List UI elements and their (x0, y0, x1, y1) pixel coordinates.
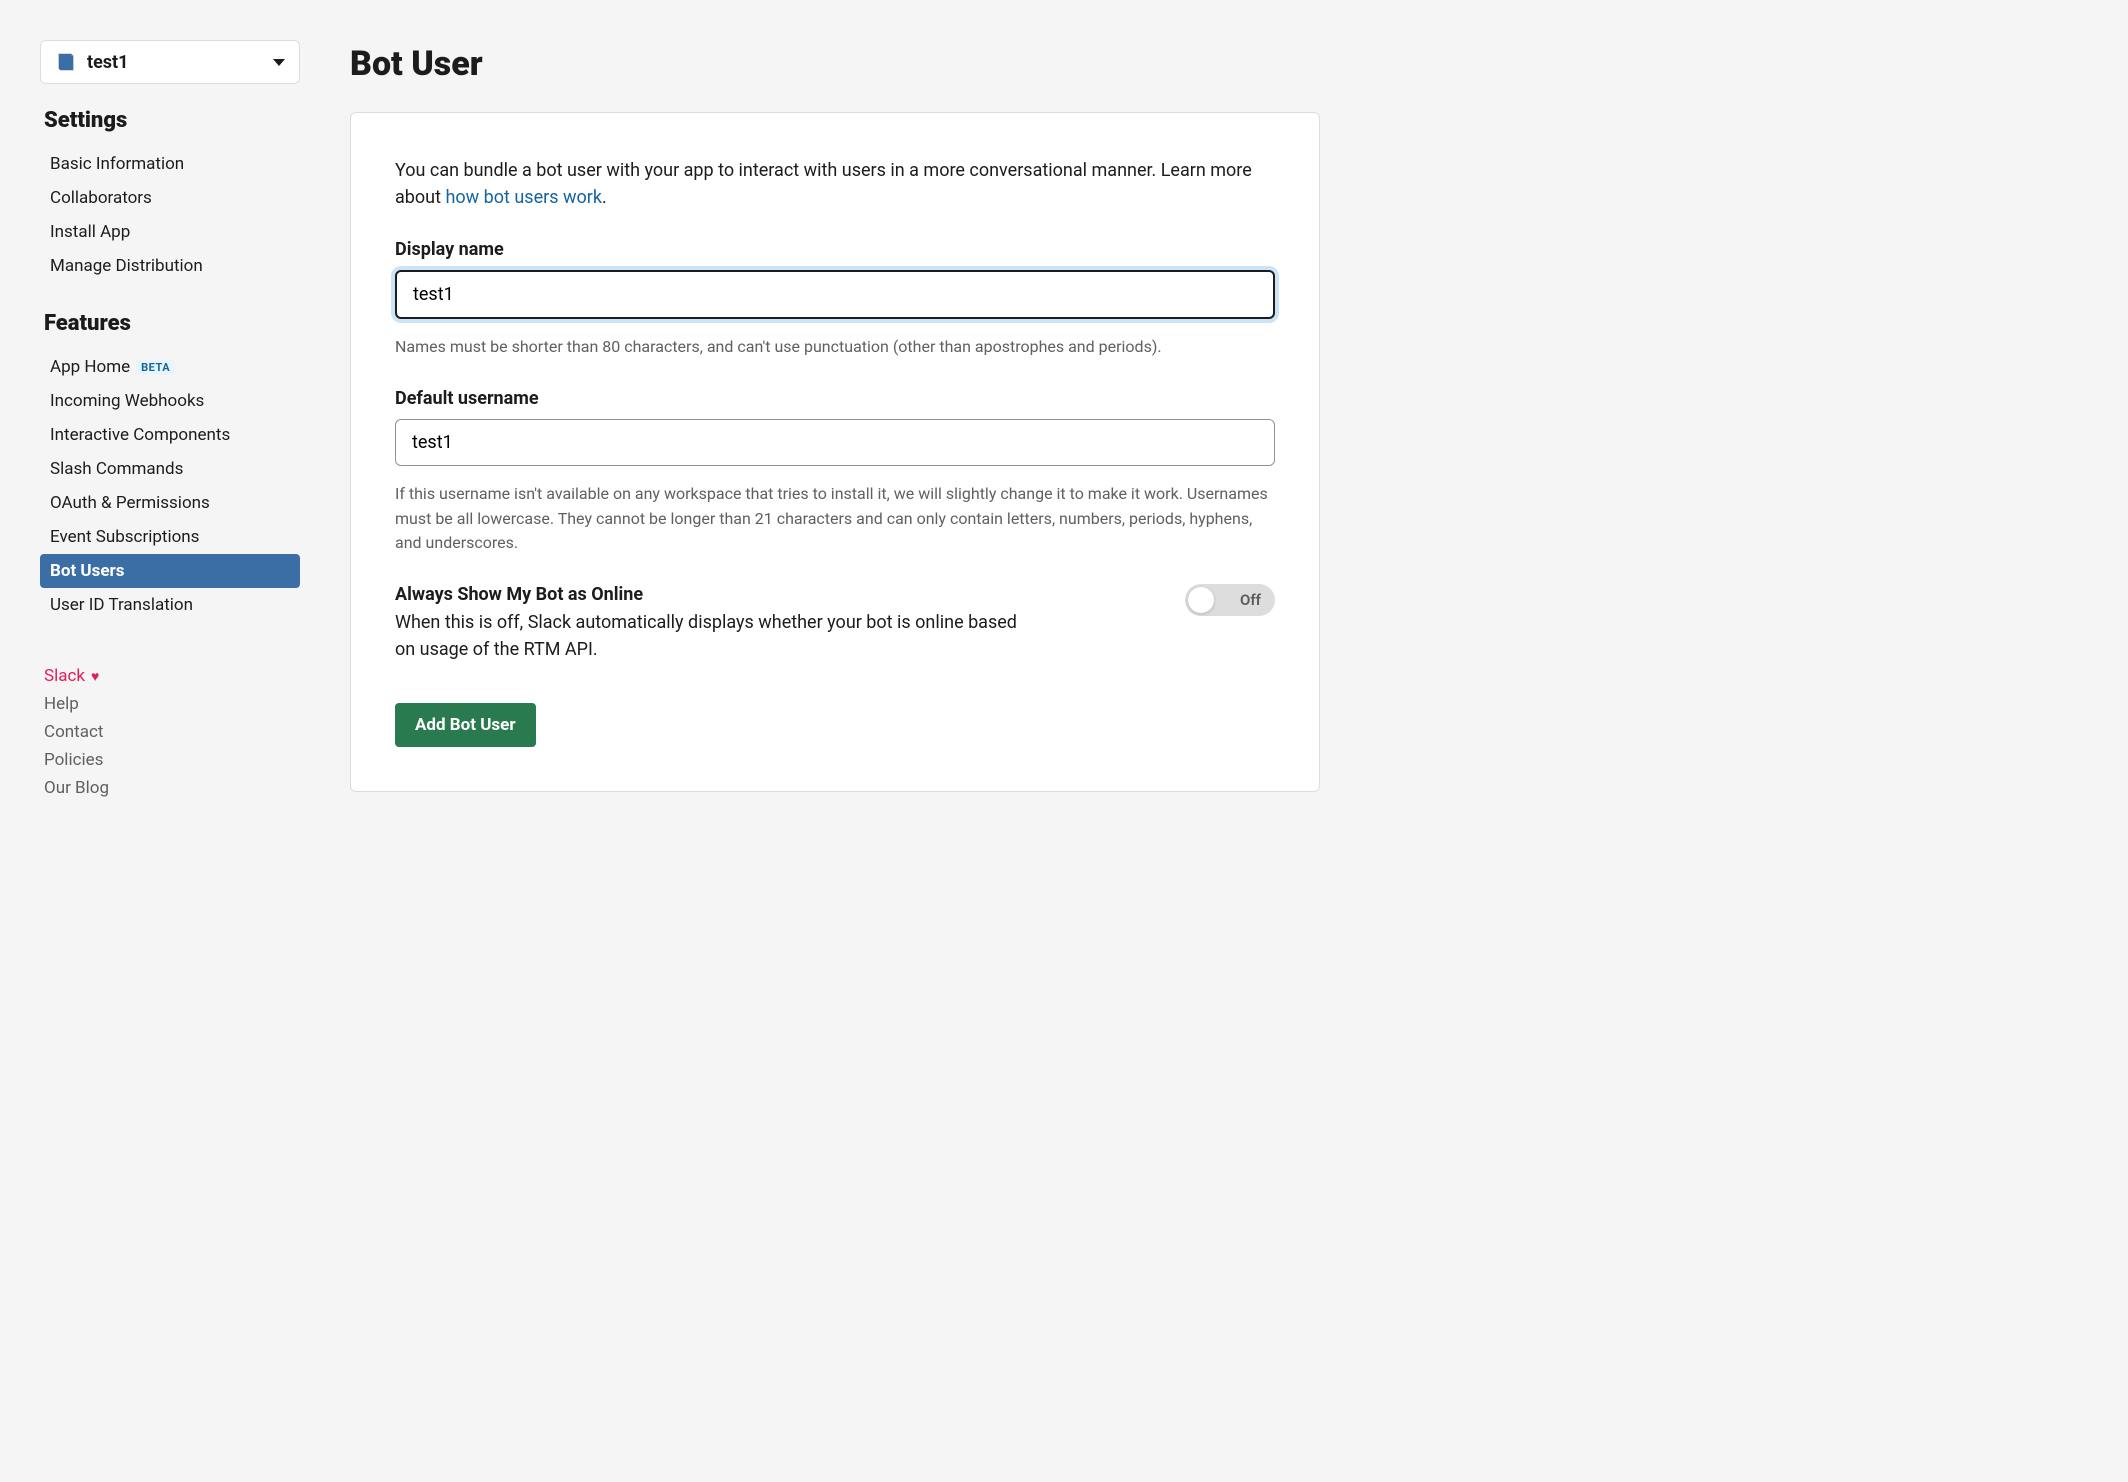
default-username-group: Default username If this username isn't … (395, 388, 1275, 556)
app-icon (55, 51, 77, 73)
app-selector[interactable]: test1 (40, 40, 300, 84)
intro-suffix: . (602, 187, 607, 208)
nav-oauth-permissions[interactable]: OAuth & Permissions (40, 486, 300, 520)
beta-badge: BETA (136, 360, 175, 375)
footer-links: Slack ♥ Help Contact Policies Our Blog (40, 662, 300, 802)
footer-policies[interactable]: Policies (40, 746, 300, 774)
display-name-label: Display name (395, 239, 1275, 260)
settings-header: Settings (44, 108, 300, 133)
always-online-toggle[interactable]: Off (1185, 584, 1275, 616)
nav-app-home[interactable]: App Home BETA (40, 350, 300, 384)
footer-slack-label: Slack (44, 666, 85, 686)
bot-user-card: You can bundle a bot user with your app … (350, 112, 1320, 792)
nav-install-app[interactable]: Install App (40, 215, 300, 249)
intro-link[interactable]: how bot users work (445, 187, 602, 208)
features-nav: App Home BETA Incoming Webhooks Interact… (40, 350, 300, 622)
nav-user-id-translation[interactable]: User ID Translation (40, 588, 300, 622)
heart-icon: ♥ (91, 668, 99, 685)
nav-manage-distribution[interactable]: Manage Distribution (40, 249, 300, 283)
default-username-input[interactable] (395, 419, 1275, 466)
always-online-row: Always Show My Bot as Online When this i… (395, 584, 1275, 663)
always-online-desc: When this is off, Slack automatically di… (395, 609, 1035, 663)
display-name-input[interactable] (395, 270, 1275, 319)
display-name-group: Display name Names must be shorter than … (395, 239, 1275, 360)
sidebar: test1 Settings Basic Information Collabo… (40, 40, 300, 802)
nav-slash-commands[interactable]: Slash Commands (40, 452, 300, 486)
footer-help[interactable]: Help (40, 690, 300, 718)
nav-collaborators[interactable]: Collaborators (40, 181, 300, 215)
nav-event-subscriptions[interactable]: Event Subscriptions (40, 520, 300, 554)
caret-down-icon (273, 59, 285, 66)
main-content: Bot User You can bundle a bot user with … (350, 40, 1320, 802)
toggle-knob (1188, 587, 1214, 613)
display-name-help: Names must be shorter than 80 characters… (395, 335, 1275, 360)
toggle-state-label: Off (1240, 591, 1261, 609)
default-username-label: Default username (395, 388, 1275, 409)
nav-interactive-components[interactable]: Interactive Components (40, 418, 300, 452)
page-title: Bot User (350, 44, 1320, 84)
always-online-title: Always Show My Bot as Online (395, 584, 1145, 605)
default-username-help: If this username isn't available on any … (395, 482, 1275, 556)
footer-our-blog[interactable]: Our Blog (40, 774, 300, 802)
app-selector-name: test1 (87, 52, 128, 73)
add-bot-user-button[interactable]: Add Bot User (395, 703, 536, 747)
nav-bot-users[interactable]: Bot Users (40, 554, 300, 588)
footer-contact[interactable]: Contact (40, 718, 300, 746)
nav-item-label: App Home (50, 357, 130, 377)
footer-slack[interactable]: Slack ♥ (40, 662, 300, 690)
settings-nav: Basic Information Collaborators Install … (40, 147, 300, 283)
nav-basic-information[interactable]: Basic Information (40, 147, 300, 181)
nav-incoming-webhooks[interactable]: Incoming Webhooks (40, 384, 300, 418)
intro-text: You can bundle a bot user with your app … (395, 157, 1275, 211)
features-header: Features (44, 311, 300, 336)
